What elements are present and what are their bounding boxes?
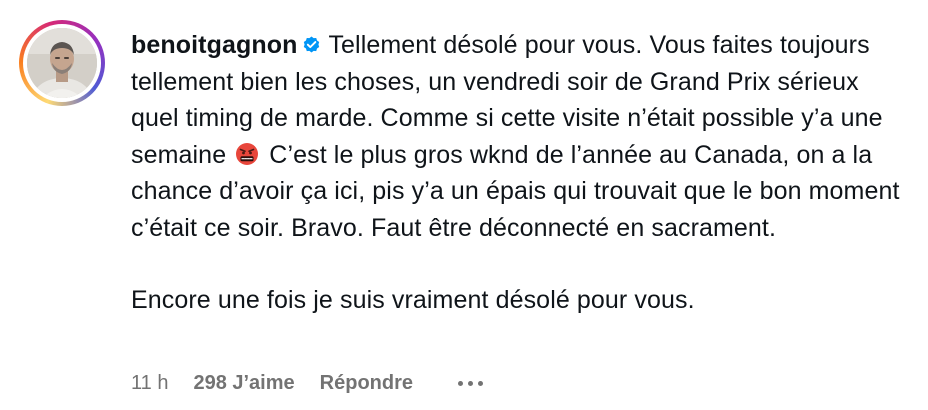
likes-count-button[interactable]: 298 J’aime bbox=[193, 372, 294, 395]
angry-face-with-symbols-icon bbox=[235, 140, 259, 165]
more-dot-icon bbox=[458, 380, 463, 386]
avatar-photo bbox=[27, 28, 97, 98]
more-dot-icon bbox=[468, 380, 473, 386]
comment-timestamp[interactable]: 11 h bbox=[131, 372, 168, 395]
comment-paragraph-2: Encore une fois je suis vraiment désolé … bbox=[131, 286, 695, 314]
comment: benoitgagnon Tellement désolé pour vous. … bbox=[0, 0, 928, 410]
comment-body: benoitgagnon Tellement désolé pour vous. … bbox=[131, 27, 911, 319]
more-dot-icon bbox=[478, 380, 483, 386]
story-ring[interactable] bbox=[19, 20, 105, 106]
comment-text: benoitgagnon Tellement désolé pour vous. … bbox=[131, 27, 911, 246]
username-link[interactable]: benoitgagnon bbox=[131, 31, 297, 59]
more-options-button[interactable] bbox=[458, 373, 483, 393]
avatar-border bbox=[23, 24, 101, 102]
comment-actions: 11 h 298 J’aime Répondre bbox=[131, 370, 483, 396]
avatar[interactable] bbox=[27, 28, 97, 98]
verified-badge-icon bbox=[304, 36, 320, 53]
reply-button[interactable]: Répondre bbox=[320, 372, 413, 395]
